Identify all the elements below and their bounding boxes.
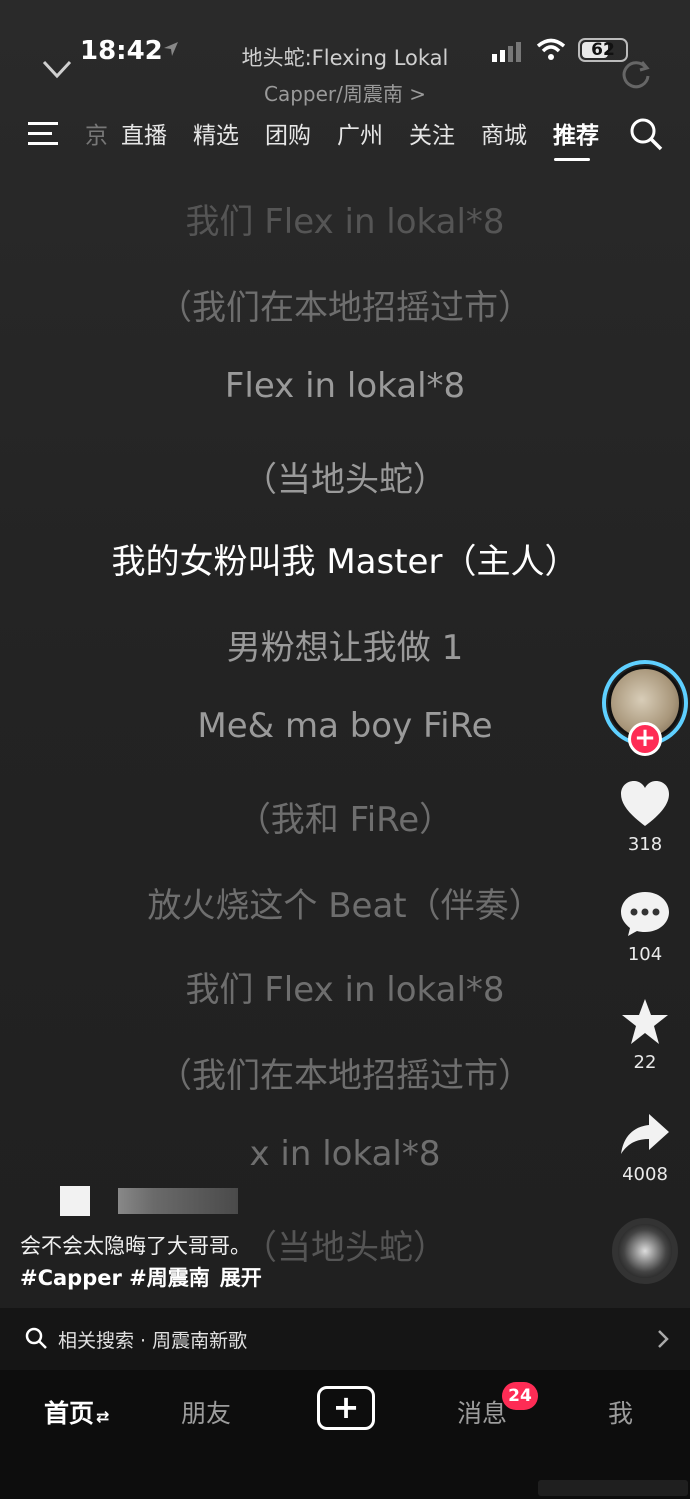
hashtags: #Capper #周震南 展开 [20, 1262, 262, 1292]
menu-icon[interactable] [28, 120, 62, 148]
lyric-line: 我们 Flex in lokal*8 [185, 970, 505, 1010]
follow-button[interactable]: + [628, 722, 662, 756]
top-nav: 京 直播 精选 团购 广州 关注 商城 推荐 [0, 112, 690, 164]
tab-messages[interactable]: 消息 [457, 1394, 507, 1430]
share-icon [621, 1114, 669, 1154]
lyric-line: Me& ma boy FiRe [197, 706, 493, 746]
lyric-line: （我们在本地招摇过市） [158, 1056, 532, 1096]
tab-home-label: 首页 [44, 1399, 95, 1428]
tab-partial[interactable]: 京 [72, 116, 108, 150]
video-caption: 会不会太隐晦了大哥哥。 [20, 1234, 251, 1258]
related-search-text: 相关搜索 · 周震南新歌 [58, 1330, 248, 1352]
lyric-line: （我们在本地招摇过市） [158, 288, 532, 328]
lyric-line: 男粉想让我做 1 [226, 628, 464, 668]
song-artist-link[interactable]: Capper/周震南 > [0, 78, 690, 107]
tab-home[interactable]: 首页 ⇄ [44, 1394, 109, 1430]
comment-button[interactable]: 104 [600, 890, 690, 965]
hashtag-links[interactable]: #Capper #周震南 [20, 1266, 210, 1290]
favorite-count: 22 [633, 1052, 657, 1073]
lyric-line: 放火烧这个 Beat（伴奏） [147, 886, 543, 926]
nav-tabs: 京 直播 精选 团购 广州 关注 商城 推荐 [72, 116, 612, 150]
tab-guangzhou[interactable]: 广州 [324, 116, 396, 150]
like-button[interactable]: 318 [600, 780, 690, 855]
comment-icon [621, 892, 669, 936]
active-tab-indicator [554, 158, 590, 161]
swap-icon: ⇄ [96, 1407, 110, 1426]
lyric-line-current: 我的女粉叫我 Master（主人） [111, 542, 579, 582]
create-button[interactable]: + [317, 1386, 375, 1430]
tab-mall[interactable]: 商城 [468, 116, 540, 150]
star-icon [622, 999, 668, 1044]
lyric-line: （我和 FiRe） [236, 800, 454, 840]
lyric-line: （当地头蛇） [243, 460, 447, 500]
tab-friends[interactable]: 朋友 [181, 1394, 231, 1430]
like-count: 318 [627, 834, 663, 855]
tab-following[interactable]: 关注 [396, 116, 468, 150]
share-count: 4008 [622, 1164, 668, 1185]
share-button[interactable]: 4008 [600, 1110, 690, 1185]
chevron-right-icon [658, 1330, 669, 1348]
tab-group-buy[interactable]: 团购 [252, 116, 324, 150]
tab-featured[interactable]: 精选 [180, 116, 252, 150]
song-title[interactable]: 地头蛇:Flexing Lokal [0, 42, 690, 72]
tab-live[interactable]: 直播 [108, 116, 180, 150]
video-feed-screen: 18:42 62 地头蛇:Flexing Lokal Capper/周震南 > [0, 0, 690, 1499]
expand-button[interactable]: 展开 [220, 1266, 262, 1290]
author-name-redacted [60, 1186, 240, 1216]
messages-badge: 24 [502, 1382, 538, 1410]
comment-count: 104 [627, 944, 663, 965]
heart-icon [621, 781, 669, 826]
related-search-bar[interactable]: 相关搜索 · 周震南新歌 [0, 1308, 690, 1370]
lyric-line: 我们 Flex in lokal*8 [185, 202, 505, 242]
search-icon [25, 1327, 47, 1349]
watermark [538, 1480, 688, 1496]
lyric-line: Flex in lokal*8 [224, 366, 466, 406]
search-icon[interactable] [628, 116, 664, 152]
refresh-icon[interactable] [618, 56, 654, 92]
tab-recommended[interactable]: 推荐 [540, 116, 612, 150]
tab-me[interactable]: 我 [608, 1394, 633, 1430]
lyric-line: x in lokal*8 [249, 1134, 441, 1174]
music-disc-icon[interactable] [612, 1218, 678, 1284]
favorite-button[interactable]: 22 [600, 998, 690, 1073]
